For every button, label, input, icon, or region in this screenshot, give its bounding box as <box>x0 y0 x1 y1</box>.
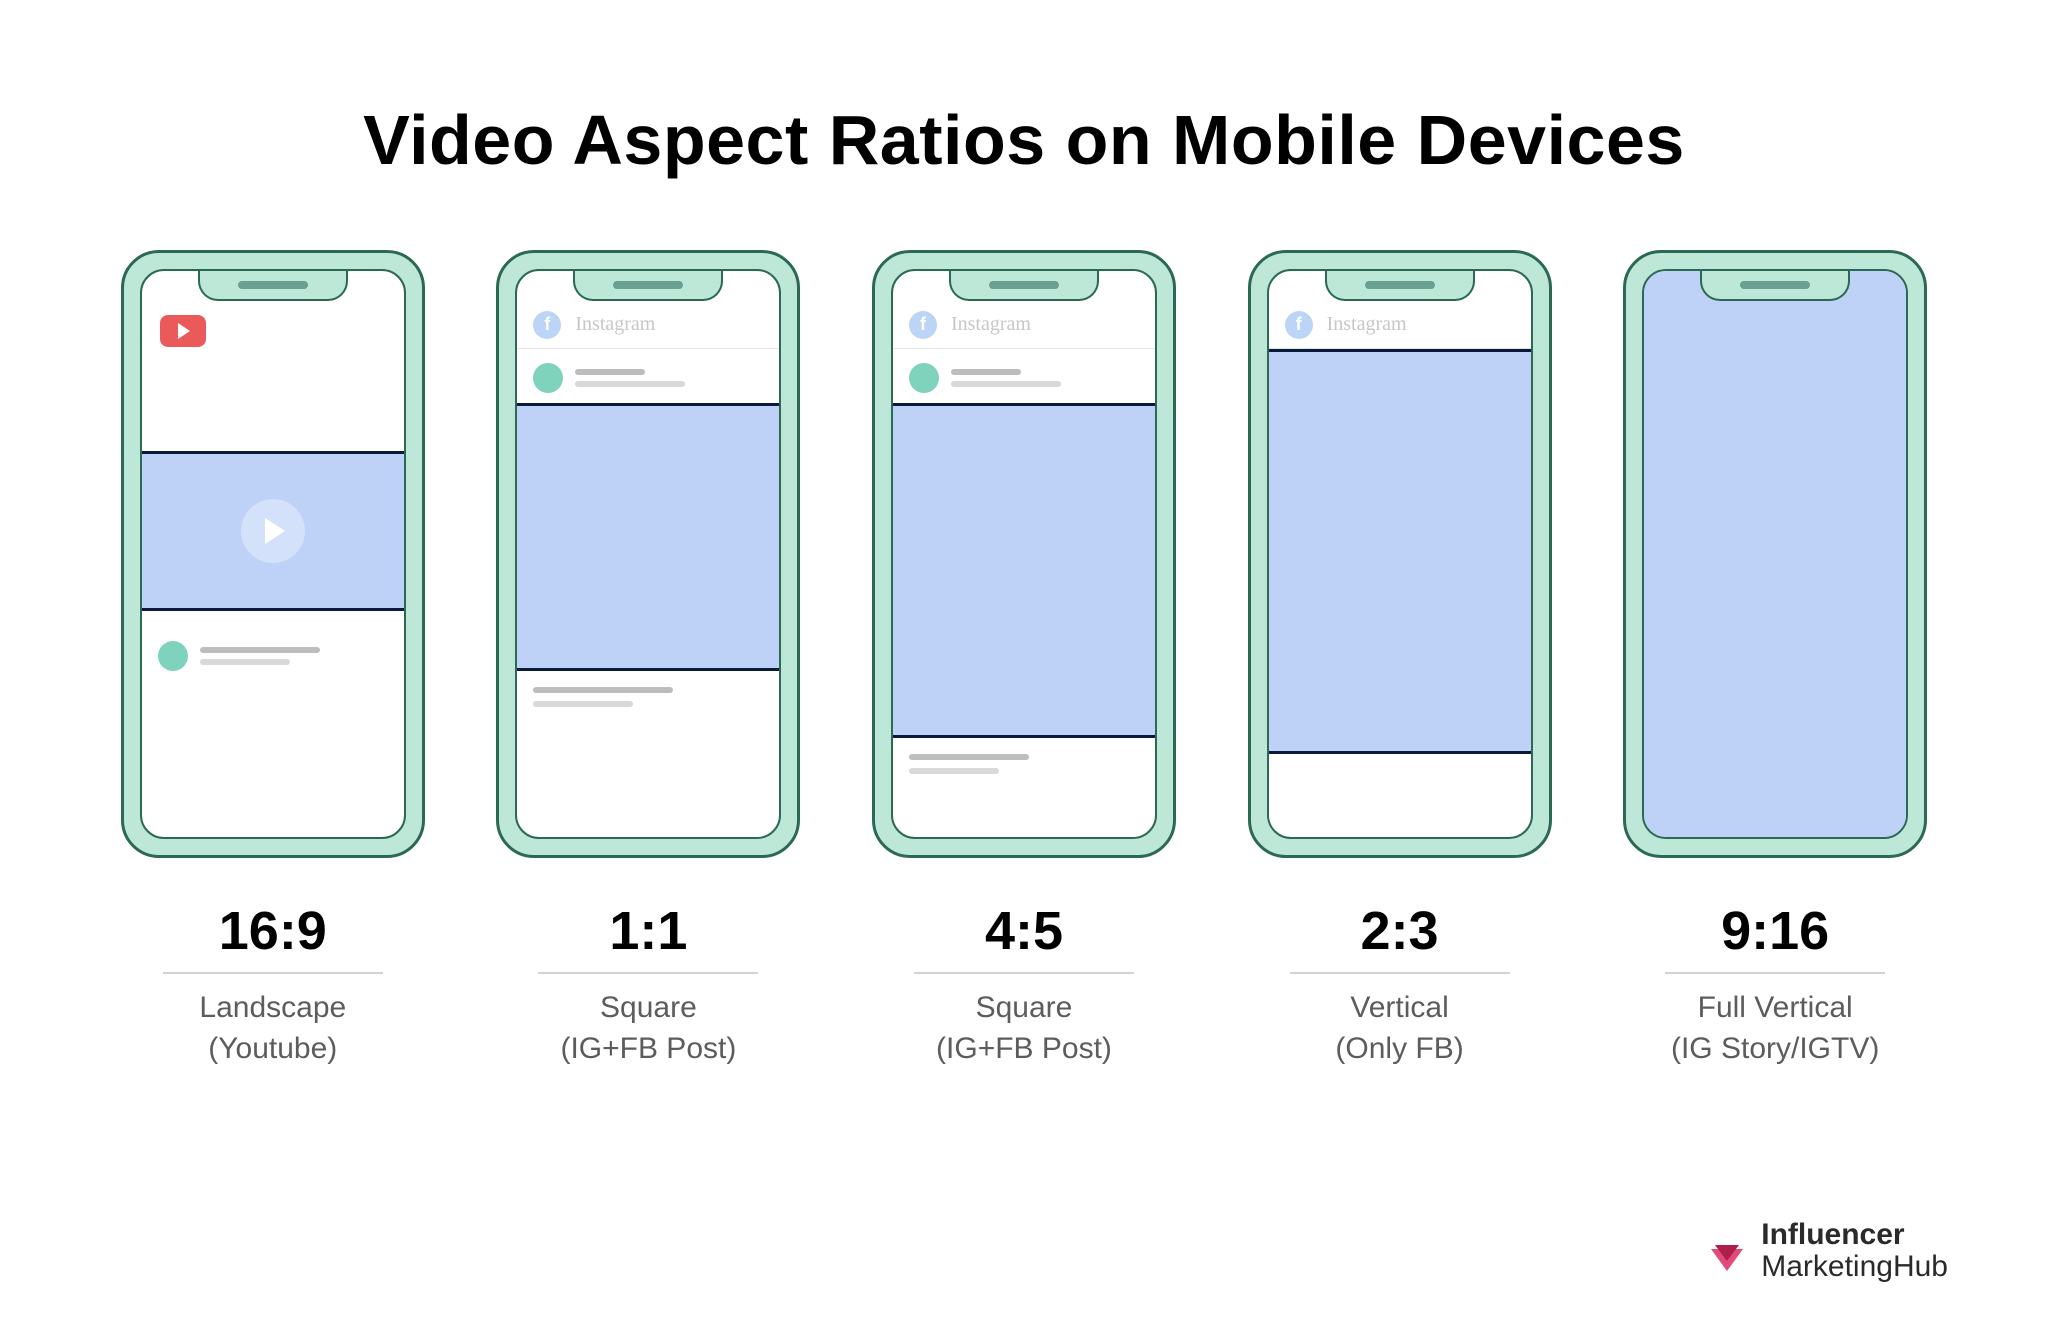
divider <box>914 972 1134 974</box>
speaker-slot <box>1740 281 1810 289</box>
divider <box>1665 972 1885 974</box>
ratio-description: Square (IG+FB Post) <box>560 988 736 1069</box>
brand-text: Influencer MarketingHub <box>1761 1219 1948 1282</box>
below-video-filler <box>893 738 1155 790</box>
placeholder-line <box>533 701 633 707</box>
brand-mark-icon <box>1707 1231 1747 1271</box>
play-icon <box>241 499 305 563</box>
phone-frame: f Instagram <box>1248 250 1552 858</box>
brand-logo: Influencer MarketingHub <box>1707 1219 1948 1282</box>
facebook-icon: f <box>533 311 561 339</box>
ratio-label: 9:16 <box>1721 900 1829 962</box>
youtube-icon <box>160 315 206 347</box>
phone-screen <box>140 269 406 839</box>
speaker-slot <box>238 281 308 289</box>
col-4-5: f Instagram <box>851 250 1197 1069</box>
speaker-slot <box>1365 281 1435 289</box>
divider <box>1290 972 1510 974</box>
ratio-description: Full Vertical (IG Story/IGTV) <box>1671 988 1879 1069</box>
divider <box>538 972 758 974</box>
placeholder-line <box>909 754 1029 760</box>
speaker-slot <box>613 281 683 289</box>
phone-notch <box>573 271 723 301</box>
placeholder-line <box>575 369 645 375</box>
placeholder-line <box>200 659 290 665</box>
ratio-description: Square (IG+FB Post) <box>936 988 1112 1069</box>
phone-screen <box>1642 269 1908 839</box>
app-header: f Instagram <box>893 301 1155 349</box>
post-header <box>893 349 1155 403</box>
video-area-16-9 <box>142 451 404 611</box>
instagram-label: Instagram <box>1327 313 1407 336</box>
phone-frame <box>121 250 425 858</box>
page-title: Video Aspect Ratios on Mobile Devices <box>100 100 1948 180</box>
placeholder-line <box>909 768 999 774</box>
instagram-label: Instagram <box>951 313 1031 336</box>
instagram-label: Instagram <box>575 313 655 336</box>
placeholder-line <box>533 687 673 693</box>
col-16-9: 16:9 Landscape (Youtube) <box>100 250 446 1069</box>
app-header: f Instagram <box>517 301 779 349</box>
col-2-3: f Instagram 2:3 Vertical (Only FB) <box>1227 250 1573 1069</box>
below-video-filler <box>142 611 404 697</box>
col-1-1: f Instagram <box>476 250 822 1069</box>
video-area-9-16 <box>1644 271 1906 837</box>
phone-notch <box>1700 271 1850 301</box>
avatar <box>533 363 563 393</box>
avatar <box>909 363 939 393</box>
avatar <box>158 641 188 671</box>
phone-notch <box>949 271 1099 301</box>
phone-screen: f Instagram <box>1267 269 1533 839</box>
ratio-description: Landscape (Youtube) <box>199 988 346 1069</box>
divider <box>163 972 383 974</box>
video-area-2-3 <box>1269 349 1531 754</box>
app-header: f Instagram <box>1269 301 1531 349</box>
facebook-icon: f <box>1285 311 1313 339</box>
video-area-1-1 <box>517 403 779 671</box>
ratio-description: Vertical (Only FB) <box>1335 988 1463 1069</box>
phone-frame: f Instagram <box>872 250 1176 858</box>
col-9-16: 9:16 Full Vertical (IG Story/IGTV) <box>1602 250 1948 1069</box>
video-area-4-5 <box>893 403 1155 738</box>
ratio-label: 4:5 <box>985 900 1063 962</box>
placeholder-line <box>951 369 1021 375</box>
phone-frame: f Instagram <box>496 250 800 858</box>
phone-notch <box>1325 271 1475 301</box>
speaker-slot <box>989 281 1059 289</box>
ratio-label: 2:3 <box>1361 900 1439 962</box>
placeholder-line <box>951 381 1061 387</box>
post-header <box>517 349 779 403</box>
placeholder-line <box>575 381 685 387</box>
phones-row: 16:9 Landscape (Youtube) f Instagram <box>100 250 1948 1069</box>
ratio-label: 16:9 <box>219 900 327 962</box>
phone-screen: f Instagram <box>891 269 1157 839</box>
facebook-icon: f <box>909 311 937 339</box>
phone-frame <box>1623 250 1927 858</box>
phone-screen: f Instagram <box>515 269 781 839</box>
phone-notch <box>198 271 348 301</box>
below-video-filler <box>517 671 779 723</box>
placeholder-line <box>200 647 320 653</box>
ratio-label: 1:1 <box>609 900 687 962</box>
